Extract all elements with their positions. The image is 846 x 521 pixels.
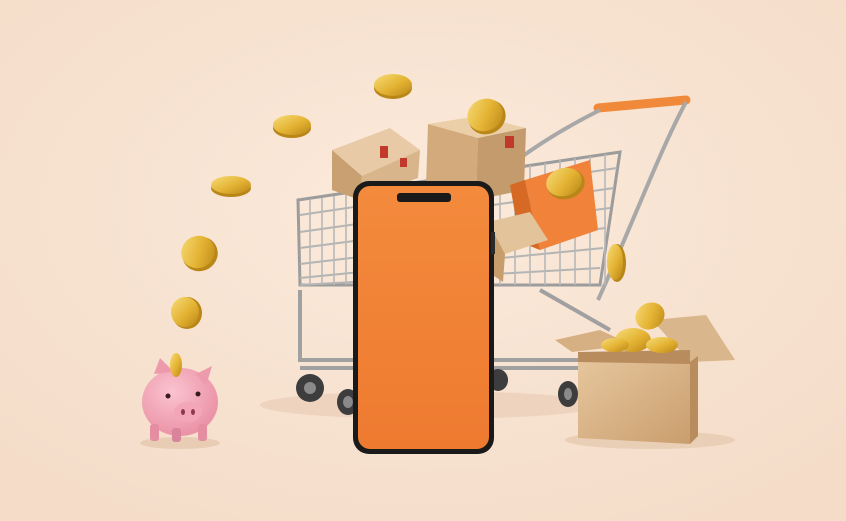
phone-screen <box>358 186 489 449</box>
smartphone-icon <box>353 181 495 454</box>
coin-icon <box>170 353 182 377</box>
cart-wheel <box>558 381 578 407</box>
phone-notch <box>397 193 451 202</box>
cart-wheel <box>296 374 324 402</box>
coin-icon <box>374 74 412 99</box>
coin-icon <box>273 115 311 138</box>
coin-icon <box>211 176 251 197</box>
ecommerce-illustration <box>0 0 846 521</box>
